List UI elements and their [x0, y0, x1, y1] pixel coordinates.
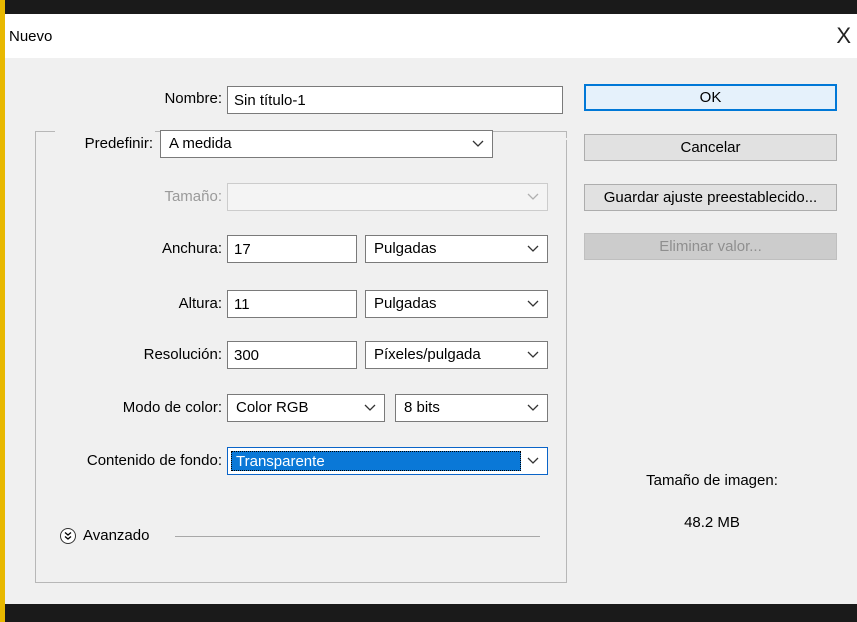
nombre-label: Nombre: — [164, 90, 222, 107]
predefinir-value: A medida — [169, 135, 232, 152]
resolucion-unit-select[interactable]: Píxeles/pulgada — [365, 341, 548, 369]
modo-color-select[interactable]: Color RGB — [227, 394, 385, 422]
expand-advanced-icon[interactable] — [60, 528, 76, 544]
predefinir-select[interactable]: A medida — [160, 130, 493, 158]
chevron-down-icon — [527, 448, 541, 474]
chevron-down-icon — [472, 131, 486, 157]
chevron-down-icon — [527, 291, 541, 317]
dialog-title: Nuevo — [9, 28, 53, 45]
image-size-label: Tamaño de imagen: — [646, 472, 778, 489]
predefinir-label: Predefinir: — [55, 131, 155, 157]
selection-highlight: Transparente — [231, 451, 521, 471]
anchura-unit-select[interactable]: Pulgadas — [365, 235, 548, 263]
delete-preset-button: Eliminar valor... — [584, 233, 837, 260]
tamano-select — [227, 183, 548, 211]
altura-label: Altura: — [178, 295, 222, 312]
chevron-down-icon — [527, 395, 541, 421]
chevron-down-icon — [527, 184, 541, 210]
title-bar: Nuevo X — [5, 14, 857, 58]
avanzado-label[interactable]: Avanzado — [83, 523, 149, 549]
altura-input[interactable] — [227, 290, 357, 318]
contenido-fondo-select[interactable]: Transparente — [227, 447, 548, 475]
cancel-button[interactable]: Cancelar — [584, 134, 837, 161]
new-document-dialog: Nuevo X Nombre: Predefinir: A medida Tam… — [5, 14, 857, 604]
anchura-input[interactable] — [227, 235, 357, 263]
chevron-down-icon — [527, 236, 541, 262]
contenido-fondo-label: Contenido de fondo: — [86, 452, 222, 469]
save-preset-button[interactable]: Guardar ajuste preestablecido... — [584, 184, 837, 211]
altura-unit-select[interactable]: Pulgadas — [365, 290, 548, 318]
modo-color-label: Modo de color: — [122, 399, 222, 416]
bits-select[interactable]: 8 bits — [395, 394, 548, 422]
resolucion-unit-value: Píxeles/pulgada — [374, 346, 481, 363]
ok-button[interactable]: OK — [584, 84, 837, 111]
chevron-down-icon — [527, 342, 541, 368]
bits-value: 8 bits — [404, 399, 440, 416]
avanzado-divider — [175, 536, 540, 537]
close-icon[interactable]: X — [836, 23, 851, 49]
tamano-label: Tamaño: — [164, 188, 222, 205]
resolucion-input[interactable] — [227, 341, 357, 369]
modo-color-value: Color RGB — [236, 399, 309, 416]
contenido-fondo-value: Transparente — [236, 453, 325, 470]
nombre-input[interactable] — [227, 86, 563, 114]
resolucion-label: Resolución: — [143, 346, 222, 363]
anchura-label: Anchura: — [161, 240, 222, 257]
image-size-value: 48.2 MB — [684, 514, 740, 531]
chevron-down-icon — [364, 395, 378, 421]
anchura-unit-value: Pulgadas — [374, 240, 437, 257]
group-border-gap — [500, 138, 570, 140]
altura-unit-value: Pulgadas — [374, 295, 437, 312]
